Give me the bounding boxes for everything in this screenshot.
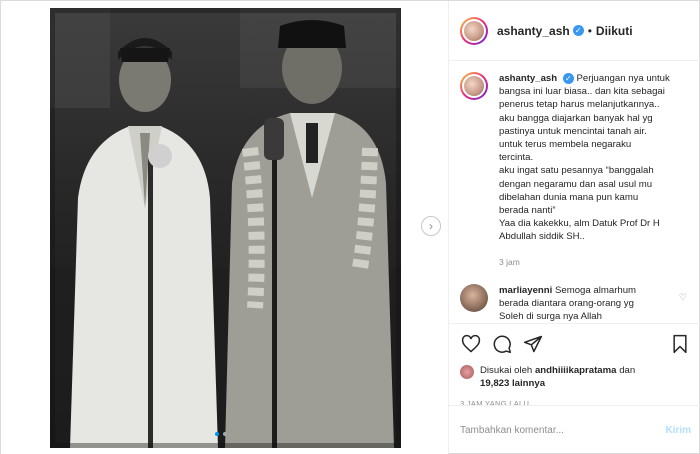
caption-line: untuk terus membela negaraku <box>499 139 632 151</box>
author-username[interactable]: ashanty_ash <box>497 24 570 38</box>
header-separator: • <box>587 23 592 38</box>
liker-avatar[interactable] <box>460 365 474 379</box>
comment-line: Semoga almarhum <box>555 284 637 296</box>
caption-text: ashanty_ash ✓ Perjuangan nya untuk bangs… <box>499 72 674 269</box>
caption-time[interactable]: 3 jam <box>499 256 674 269</box>
comment-line: Soleh di surga nya Allah <box>499 311 602 323</box>
likes-prefix: Disukai oleh <box>480 365 533 376</box>
share-icon[interactable] <box>522 333 544 355</box>
carousel-dot-active <box>215 432 219 436</box>
verified-icon: ✓ <box>562 72 574 84</box>
comment-item: marliayenni Semoga almarhum berada diant… <box>460 283 691 323</box>
next-slide-button[interactable]: › <box>421 216 441 236</box>
carousel-indicator <box>215 432 227 436</box>
likes-middle: dan <box>619 365 636 376</box>
post-comment-button[interactable]: Kirim <box>665 425 691 436</box>
verified-icon: ✓ <box>572 25 584 36</box>
chevron-right-icon: › <box>429 219 433 233</box>
media-area: › <box>1 1 448 454</box>
caption-line: aku bangga diajarkan banyak hal yg <box>499 112 653 124</box>
following-button[interactable]: Diikuti <box>596 24 633 38</box>
post-side-panel: ashanty_ash ✓ • Diikuti ashanty_ash ✓ Pe… <box>448 1 700 454</box>
caption-username[interactable]: ashanty_ash <box>499 73 557 84</box>
bookmark-icon[interactable] <box>669 333 691 355</box>
liker-username[interactable]: andhiiiikapratama <box>535 365 617 376</box>
caption: ashanty_ash ✓ Perjuangan nya untuk bangs… <box>460 72 691 269</box>
caption-line: dibelahan dunia mana pun kamu <box>499 191 639 203</box>
comment-like-heart-icon[interactable]: ♡ <box>679 292 687 303</box>
heart-icon[interactable] <box>460 333 482 355</box>
actions-section: Disukai oleh andhiiiikapratama dan 19,82… <box>449 323 700 408</box>
post-header: ashanty_ash ✓ • Diikuti <box>449 1 700 61</box>
carousel-dot <box>223 432 227 436</box>
comment-text: marliayenni Semoga almarhum berada diant… <box>499 284 664 323</box>
comment-line: berada diantara orang-orang yg <box>499 298 634 310</box>
caption-line: Abdullah siddik SH.. <box>499 231 585 243</box>
caption-line: Perjuangan nya untuk <box>576 73 670 84</box>
caption-line: tercinta. <box>499 152 534 164</box>
vintage-photo-image <box>50 8 401 448</box>
caption-line: Yaa dia kakekku, alm Datuk Prof Dr H <box>499 218 660 230</box>
caption-avatar[interactable] <box>460 72 488 100</box>
likes-count[interactable]: 19,823 lainnya <box>480 378 545 389</box>
likes-summary: Disukai oleh andhiiiikapratama dan 19,82… <box>460 364 691 390</box>
comment-icon[interactable] <box>491 333 513 355</box>
caption-line: berada nanti” <box>499 205 556 217</box>
commenter-username[interactable]: marliayenni <box>499 285 552 296</box>
likes-text: Disukai oleh andhiiiikapratama dan 19,82… <box>480 364 635 390</box>
caption-line: dengan negaramu dan asal usul mu <box>499 178 653 190</box>
caption-line: aku ingat satu pesannya “banggalah <box>499 165 654 177</box>
author-avatar[interactable] <box>460 16 488 45</box>
comments-section[interactable]: ashanty_ash ✓ Perjuangan nya untuk bangs… <box>449 62 700 323</box>
caption-line: penerus tetap harus melanjutkannya.. <box>499 99 660 111</box>
post-photo[interactable] <box>50 8 401 448</box>
caption-line: bangsa ini luar biasa.. dan kita sebagai <box>499 86 665 98</box>
caption-line: pastinya untuk mencintai tanah air. <box>499 125 647 137</box>
action-icons <box>460 332 691 356</box>
commenter-avatar[interactable] <box>460 283 488 312</box>
instagram-post: › ashanty_ash ✓ • Diikuti ashanty_ash ✓ … <box>0 0 700 454</box>
add-comment-bar: Kirim <box>449 405 700 454</box>
comment-input[interactable] <box>460 425 666 436</box>
